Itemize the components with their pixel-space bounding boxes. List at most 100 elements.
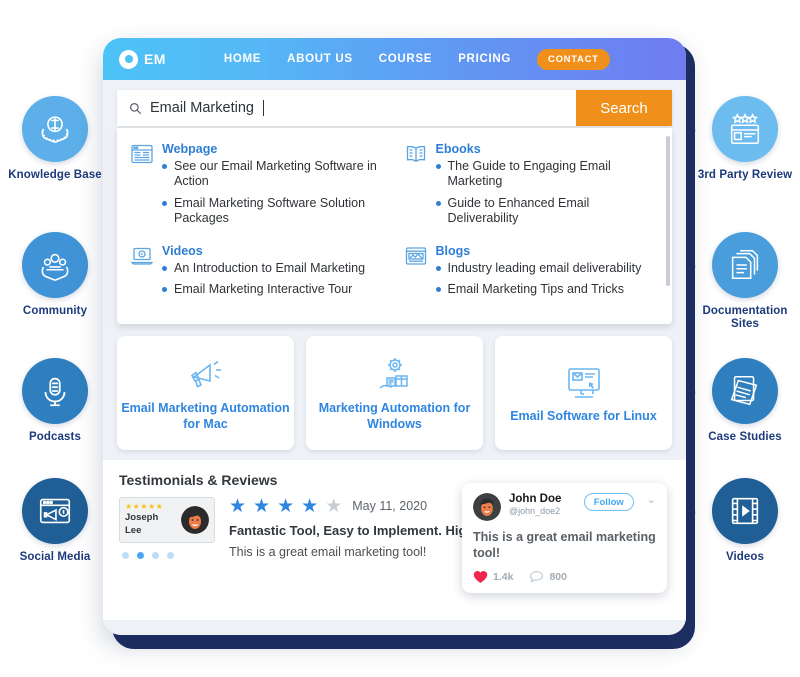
search-input[interactable]: Email Marketing: [117, 90, 576, 126]
ebook-icon-glyph: [406, 145, 425, 163]
card-email-marketing-automation-for-mac[interactable]: Email Marketing Automation for Mac: [117, 335, 294, 450]
carousel-dot[interactable]: [152, 551, 159, 559]
dropdown-column-left: Webpage See our Email Marketing Software…: [121, 138, 395, 312]
rail-item-label: Podcasts: [29, 431, 81, 443]
nav-link-about-us[interactable]: ABOUT US: [287, 53, 353, 65]
video-laptop-icon-glyph: [131, 247, 153, 265]
mini-card-stars: ★★★★★: [125, 501, 164, 511]
rail-item-label: Knowledge Base: [8, 169, 102, 181]
card-email-software-for-linux[interactable]: Email Software for Linux: [495, 335, 672, 450]
review-date: May 11, 2020: [352, 499, 428, 513]
suggestion-item[interactable]: Industry leading email deliverability: [435, 261, 641, 276]
brain-hands-icon: [41, 116, 69, 144]
rail-item-case-studies[interactable]: Case Studies: [662, 358, 800, 444]
tweet-author-handle: @john_doe2: [509, 505, 561, 516]
videos-bubble: [712, 478, 778, 544]
gear-package-icon: [374, 353, 416, 397]
dropdown-column-right: Ebooks The Guide to Engaging Email Marke…: [395, 138, 669, 312]
suggestion-group-title: Ebooks: [435, 142, 481, 156]
documentation-bubble: [712, 232, 778, 298]
monitor-icon: [563, 361, 605, 405]
rail-item-label: Documentation Sites: [702, 305, 788, 331]
blog-icon-glyph: [405, 247, 426, 265]
text-caret: [262, 100, 264, 116]
product-cards: Email Marketing Automation for Mac Marke…: [117, 335, 672, 450]
suggestion-group-title: Videos: [162, 244, 203, 258]
testimonial-mini-card[interactable]: ★★★★★ Joseph Lee: [119, 496, 215, 543]
tweet-stats: 1.4k 800: [473, 570, 656, 584]
testimonial-thumbnail-column: ★★★★★ Joseph Lee: [119, 496, 215, 559]
suggestion-list: An Introduction to Email Marketing Email…: [162, 261, 365, 298]
podcasts-bubble: [22, 358, 88, 424]
tweet-likes[interactable]: 1.4k: [473, 570, 513, 584]
tweet-header: John Doe @john_doe2 Follow ⌄: [473, 493, 656, 521]
gear-package-icon-glyph: [378, 357, 408, 389]
search-button[interactable]: Search: [576, 90, 672, 126]
rail-item-community[interactable]: Community: [0, 232, 138, 318]
brand[interactable]: EM: [119, 49, 166, 69]
tweet-author: John Doe @john_doe2: [509, 493, 576, 517]
right-rail: 3rd Party Review Documentation Sites Cas…: [662, 0, 800, 677]
suggestion-item[interactable]: Email Marketing Tips and Tricks: [435, 282, 642, 297]
rail-item-label: Community: [22, 305, 88, 317]
card-marketing-automation-for-windows[interactable]: Marketing Automation for Windows: [306, 335, 483, 450]
suggestion-group-ebooks: Ebooks The Guide to Engaging Email Marke…: [403, 138, 661, 240]
suggestion-item[interactable]: Email Marketing Software Solution Packag…: [162, 196, 385, 227]
suggestion-group-videos: Videos An Introduction to Email Marketin…: [129, 240, 387, 312]
tweet-replies[interactable]: 800: [529, 570, 567, 584]
suggestion-list: Industry leading email deliverability Em…: [435, 261, 642, 298]
suggestion-item[interactable]: An Introduction to Email Marketing: [162, 261, 365, 276]
rail-item-social-media[interactable]: Social Media: [0, 478, 138, 564]
tweet-replies-count: 800: [549, 570, 567, 583]
social-media-bubble: [22, 478, 88, 544]
community-bubble: [22, 232, 88, 298]
nav-link-pricing[interactable]: PRICING: [458, 53, 511, 65]
mini-card-name-line1: Joseph: [125, 511, 159, 523]
nav-contact-button[interactable]: CONTACT: [537, 48, 610, 70]
rail-item-knowledge-base[interactable]: Knowledge Base: [0, 96, 138, 182]
card-label: Marketing Automation for Windows: [318, 400, 471, 431]
suggestion-item[interactable]: See our Email Marketing Software in Acti…: [162, 159, 385, 190]
rating-star-filled: ★: [229, 495, 247, 517]
dropdown-scrollbar[interactable]: [666, 136, 670, 286]
heart-icon: [473, 570, 488, 583]
rating-star-filled: ★: [301, 495, 319, 517]
rail-item-documentation-sites[interactable]: Documentation Sites: [662, 232, 800, 331]
infographic-stage: Knowledge Base Community Podcasts Social…: [0, 0, 800, 677]
suggestion-group-title: Blogs: [435, 244, 471, 258]
ebook-icon: [405, 142, 427, 232]
carousel-dot-active[interactable]: [137, 551, 144, 559]
carousel-dot[interactable]: [167, 551, 174, 559]
rail-item-label: Social Media: [19, 551, 91, 563]
suggestion-item[interactable]: Email Marketing Interactive Tour: [162, 282, 365, 297]
people-hands-icon: [41, 253, 69, 281]
tweet-card: John Doe @john_doe2 Follow ⌄ This is a g…: [462, 483, 667, 593]
comment-icon: [530, 570, 544, 583]
webpage-icon: [131, 142, 153, 232]
knowledge-base-bubble: [22, 96, 88, 162]
nav-link-course[interactable]: COURSE: [379, 53, 432, 65]
suggestion-item[interactable]: The Guide to Engaging Email Marketing: [435, 159, 659, 190]
suggestion-list: See our Email Marketing Software in Acti…: [162, 159, 385, 226]
suggestion-list: The Guide to Engaging Email Marketing Gu…: [435, 159, 659, 227]
tweet-likes-count: 1.4k: [493, 570, 514, 583]
blog-icon: [405, 244, 427, 304]
circle-logo-icon: [119, 49, 138, 69]
follow-button[interactable]: Follow: [583, 493, 634, 511]
chevron-down-icon[interactable]: ⌄: [647, 493, 656, 506]
rail-item-3rd-party-review[interactable]: 3rd Party Review: [662, 96, 800, 182]
rail-item-podcasts[interactable]: Podcasts: [0, 358, 138, 444]
search-suggestions-dropdown: Webpage See our Email Marketing Software…: [117, 128, 672, 324]
suggestion-item[interactable]: Guide to Enhanced Email Deliverability: [435, 196, 659, 227]
card-label: Email Marketing Automation for Mac: [121, 400, 290, 431]
search-input-value: Email Marketing: [150, 100, 254, 116]
carousel-dots: [119, 551, 215, 559]
nav-link-home[interactable]: HOME: [224, 53, 261, 65]
rating-star-filled: ★: [253, 495, 271, 517]
rail-item-videos[interactable]: Videos: [662, 478, 800, 564]
brand-name: EM: [144, 51, 166, 67]
social-megaphone-icon: [39, 498, 71, 524]
megaphone-icon: [185, 353, 227, 397]
carousel-dot[interactable]: [122, 551, 129, 559]
documents-icon: [731, 249, 759, 280]
